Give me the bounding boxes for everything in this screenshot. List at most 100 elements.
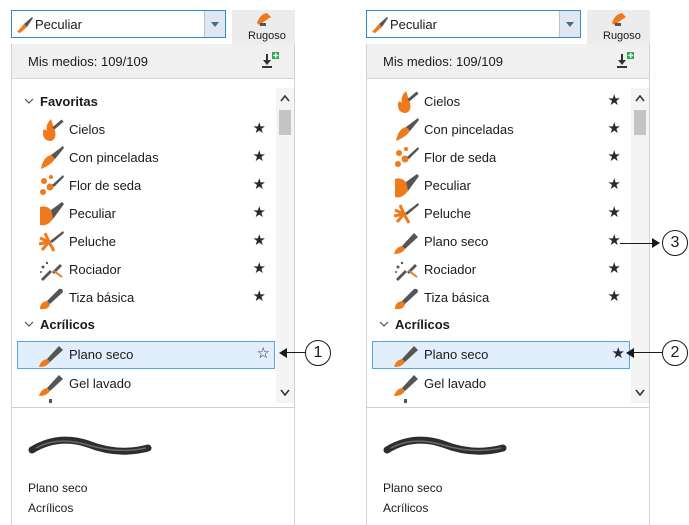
item-label: Peculiar	[69, 206, 116, 221]
group-label: Acrílicos	[40, 317, 95, 332]
group-header-acrilicos[interactable]: Acrílicos	[12, 314, 276, 336]
list-item[interactable]: Rociador ★	[12, 256, 276, 284]
star-icon[interactable]: ★	[608, 149, 621, 165]
plano-seco-brush-icon	[394, 233, 418, 254]
star-icon[interactable]: ★	[608, 289, 621, 305]
star-icon[interactable]: ★	[612, 346, 625, 362]
star-icon[interactable]: ★	[608, 205, 621, 221]
tab-label: Rugoso	[603, 30, 641, 42]
item-label: Peluche	[424, 206, 471, 221]
dropdown-value: Peculiar	[390, 17, 437, 32]
item-label: Plano seco	[69, 347, 134, 362]
import-icon[interactable]	[615, 51, 635, 71]
item-label: Con pinceladas	[69, 150, 159, 165]
import-icon[interactable]	[260, 51, 280, 71]
item-label: Tiza básica	[69, 290, 135, 305]
category-tab-rugoso[interactable]: Rugoso	[587, 10, 650, 44]
scrollbar-thumb[interactable]	[634, 110, 646, 135]
list-item[interactable]: Gel lavado	[12, 370, 276, 398]
tab-label: Rugoso	[248, 30, 286, 42]
list-item[interactable]: Peculiar ★	[367, 172, 631, 200]
chevron-down-icon[interactable]	[280, 389, 290, 397]
brush-library-panel-left: Peculiar Rugoso Mis medios: 109/109 Favo…	[11, 0, 295, 525]
star-icon[interactable]: ★	[608, 261, 621, 277]
list-item[interactable]: Cielos ★	[12, 116, 276, 144]
star-icon[interactable]: ★	[253, 289, 266, 305]
list-item[interactable]: Flor de seda ★	[12, 172, 276, 200]
chevron-up-icon[interactable]	[635, 94, 645, 102]
peculiar-brush-icon	[372, 17, 388, 33]
list-item[interactable]: Gel lavado	[367, 370, 631, 398]
rociador-brush-icon	[40, 261, 63, 281]
brush-category-dropdown[interactable]: Peculiar	[366, 10, 581, 38]
callout-1: 1	[305, 340, 331, 366]
star-outline-icon[interactable]: ☆	[257, 346, 270, 362]
group-header-favoritas[interactable]: Favoritas	[12, 91, 276, 113]
star-icon[interactable]: ★	[608, 93, 621, 109]
list-item[interactable]: Con pinceladas ★	[12, 144, 276, 172]
gel-lavado-brush-icon	[394, 375, 418, 396]
callout-line	[632, 352, 662, 354]
item-label: Flor de seda	[69, 178, 142, 193]
list-item[interactable]: Rociador ★	[367, 256, 631, 284]
media-bar: Mis medios: 109/109	[367, 44, 649, 79]
item-label: Tiza básica	[424, 290, 490, 305]
rociador-brush-icon	[395, 261, 418, 281]
group-label: Favoritas	[40, 94, 98, 109]
star-icon[interactable]: ★	[253, 205, 266, 221]
star-icon[interactable]: ★	[608, 121, 621, 137]
library-content: Mis medios: 109/109 Favoritas Cielos ★ C…	[11, 44, 295, 525]
cielos-brush-icon	[43, 119, 64, 141]
star-icon[interactable]: ★	[608, 233, 621, 249]
star-icon[interactable]: ★	[253, 149, 266, 165]
scrollbar-thumb[interactable]	[279, 110, 291, 135]
list-item[interactable]: Plano seco ★	[367, 228, 631, 256]
list-item[interactable]: Cielos ★	[367, 88, 631, 116]
brush-category-dropdown[interactable]: Peculiar	[11, 10, 226, 38]
pinceladas-brush-icon	[396, 118, 419, 141]
chevron-down-icon[interactable]	[635, 389, 645, 397]
plano-seco-brush-icon	[39, 346, 63, 367]
item-label: Cielos	[69, 122, 106, 137]
star-icon[interactable]: ★	[253, 261, 266, 277]
toolbar: Peculiar Rugoso	[366, 10, 650, 44]
list-item[interactable]: Peluche ★	[367, 200, 631, 228]
list-item[interactable]: Con pinceladas ★	[367, 116, 631, 144]
divider	[367, 407, 649, 408]
star-icon[interactable]: ★	[253, 121, 266, 137]
group-label: Acrílicos	[395, 317, 450, 332]
selected-brush-name: Plano seco	[28, 481, 88, 495]
item-label: Rociador	[69, 262, 122, 277]
list-item[interactable]: Peculiar ★	[12, 200, 276, 228]
chevron-down-icon	[379, 321, 389, 327]
rugoso-brush-icon	[612, 13, 626, 26]
toolbar: Peculiar Rugoso	[11, 10, 295, 44]
group-header-acrilicos[interactable]: Acrílicos	[367, 314, 631, 336]
list-item[interactable]: Tiza básica ★	[367, 284, 631, 312]
category-tab-rugoso[interactable]: Rugoso	[232, 10, 295, 44]
chevron-up-icon[interactable]	[280, 94, 290, 102]
divider	[12, 407, 294, 408]
list-item-selected[interactable]: Plano seco ☆	[17, 341, 275, 369]
list-item-partial[interactable]	[12, 398, 276, 403]
star-icon[interactable]: ★	[608, 177, 621, 193]
list-item[interactable]: Flor de seda ★	[367, 144, 631, 172]
chevron-down-icon	[24, 321, 34, 327]
star-icon[interactable]: ★	[253, 177, 266, 193]
item-label: Cielos	[424, 94, 461, 109]
list-item-partial[interactable]	[367, 398, 631, 403]
peculiar-brush-icon	[395, 174, 419, 198]
chevron-down-icon[interactable]	[559, 11, 580, 37]
list-item-selected[interactable]: Plano seco ★	[372, 341, 630, 369]
item-label: Peluche	[69, 234, 116, 249]
list-item[interactable]: Peluche ★	[12, 228, 276, 256]
media-count: Mis medios: 109/109	[383, 54, 503, 69]
callout-3: 3	[662, 230, 688, 256]
rugoso-brush-icon	[257, 13, 271, 26]
list-item[interactable]: Tiza básica ★	[12, 284, 276, 312]
flor-de-seda-brush-icon	[395, 147, 419, 167]
selected-brush-category: Acrílicos	[383, 501, 429, 515]
dropdown-value: Peculiar	[35, 17, 82, 32]
chevron-down-icon[interactable]	[204, 11, 225, 37]
star-icon[interactable]: ★	[253, 233, 266, 249]
